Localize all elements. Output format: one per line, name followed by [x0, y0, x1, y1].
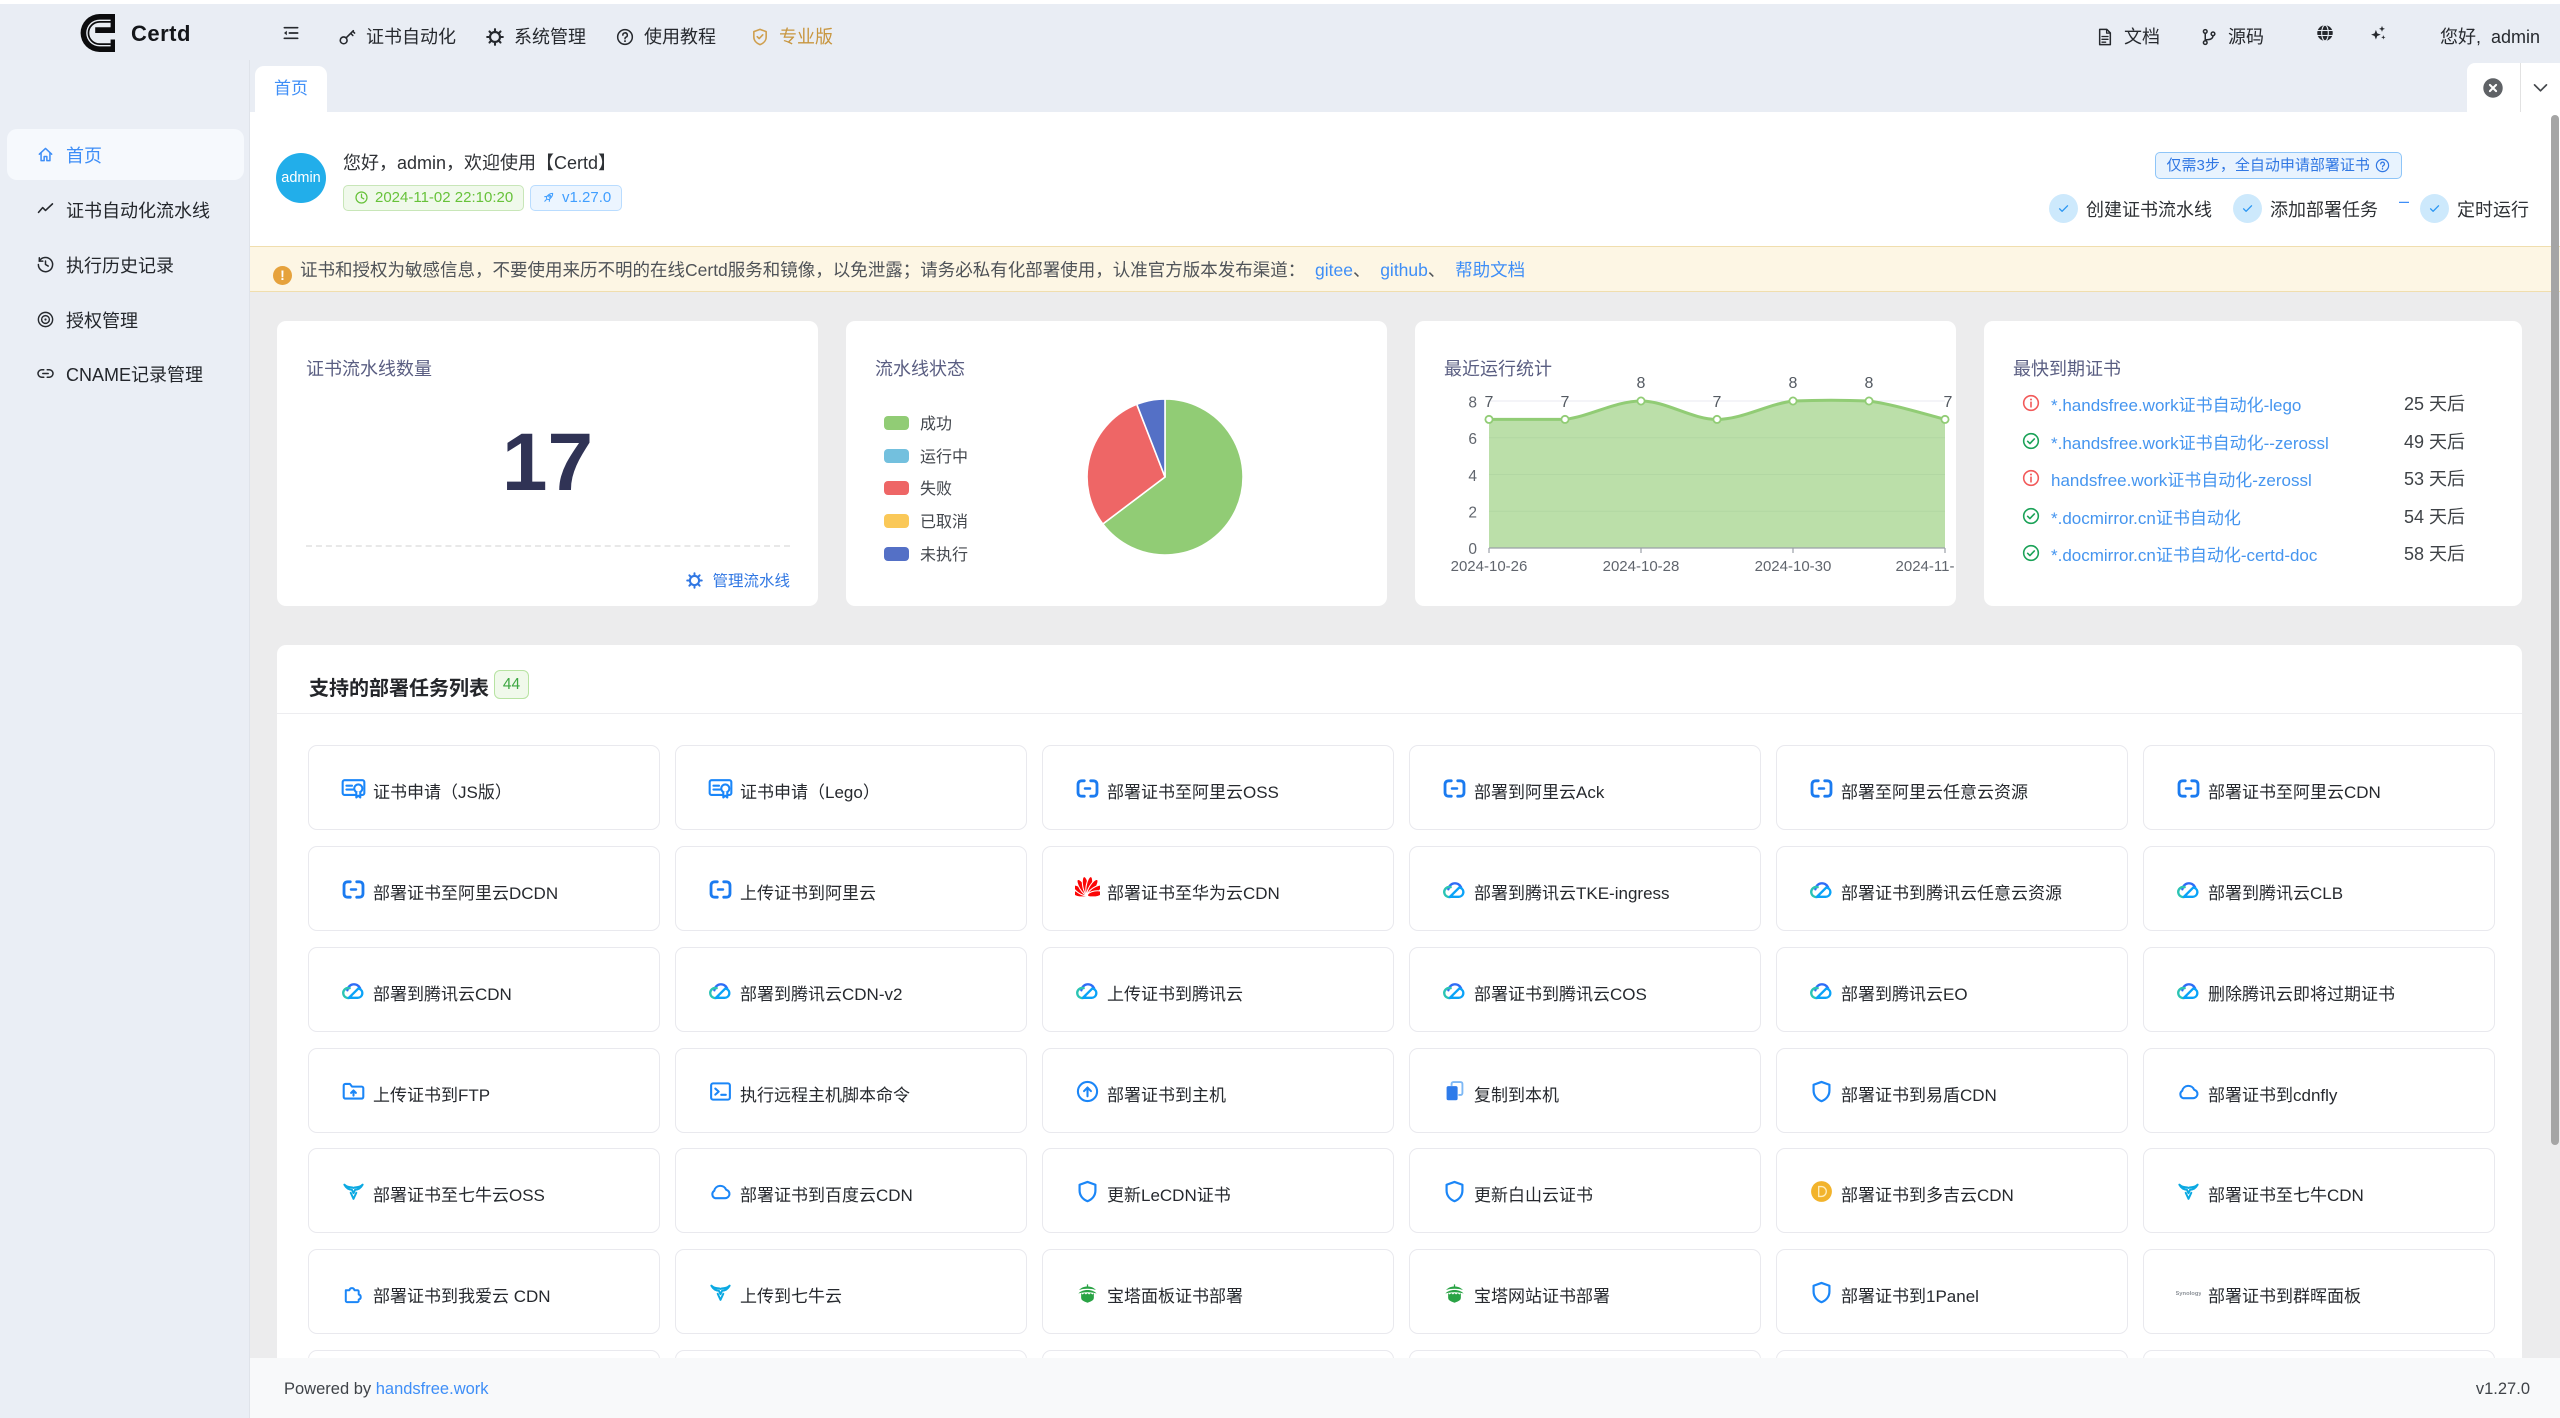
svg-text:4: 4 [1468, 468, 1477, 485]
svg-text:2024-10-28: 2024-10-28 [1603, 558, 1680, 575]
svg-text:8: 8 [1637, 375, 1646, 392]
svg-text:7: 7 [1485, 394, 1494, 411]
svg-text:8: 8 [1468, 395, 1477, 412]
svg-text:7: 7 [1713, 394, 1722, 411]
svg-text:2024-11-: 2024-11- [1896, 558, 1955, 575]
svg-text:7: 7 [1561, 394, 1570, 411]
svg-text:7: 7 [1944, 394, 1953, 411]
svg-text:0: 0 [1468, 541, 1477, 558]
svg-text:8: 8 [1865, 375, 1874, 392]
svg-text:8: 8 [1789, 375, 1798, 392]
svg-text:2: 2 [1468, 505, 1477, 522]
svg-text:2024-10-30: 2024-10-30 [1755, 558, 1832, 575]
svg-text:2024-10-26: 2024-10-26 [1451, 558, 1528, 575]
svg-text:6: 6 [1468, 431, 1477, 448]
